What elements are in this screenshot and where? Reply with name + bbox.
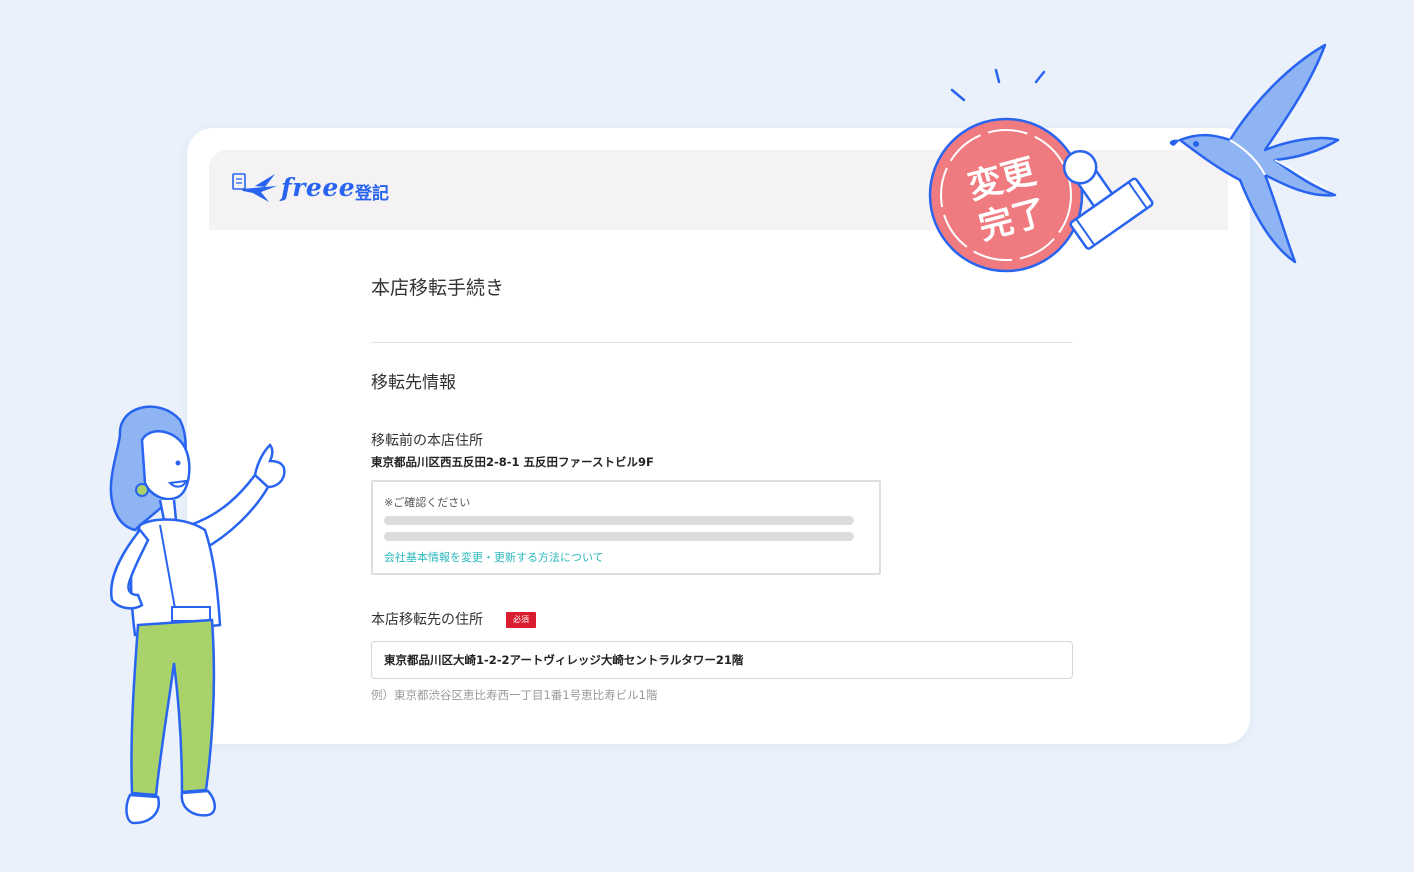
- required-badge: 必須: [506, 612, 536, 628]
- swallow-bird-icon: [1169, 43, 1340, 264]
- new-address-example: 例）東京都渋谷区恵比寿西一丁目1番1号恵比寿ビル1階: [371, 688, 658, 702]
- new-address-label: 本店移転先の住所: [371, 612, 483, 628]
- notice-help-link[interactable]: 会社基本情報を変更・更新する方法について: [384, 549, 604, 565]
- notice-box: ※ご確認ください 会社基本情報を変更・更新する方法について: [371, 480, 881, 575]
- previous-address-label: 移転前の本店住所: [371, 433, 483, 449]
- notice-label: ※ご確認ください: [384, 496, 471, 509]
- logo-subtitle: 登記: [355, 184, 389, 204]
- woman-thumbs-up-illustration: [109, 405, 286, 825]
- notice-placeholder-line: [384, 516, 854, 525]
- freee-logo[interactable]: freee 登記: [231, 168, 401, 212]
- page-title: 本店移転手続き: [371, 277, 505, 299]
- previous-address-value: 東京都品川区西五反田2-8-1 五反田ファーストビル9F: [371, 455, 654, 469]
- freee-bird-logo-icon: [232, 173, 277, 202]
- new-address-input[interactable]: [371, 641, 1073, 679]
- notice-placeholder-line: [384, 532, 854, 541]
- divider: [371, 342, 1073, 343]
- logo-text: freee: [281, 173, 356, 202]
- stamp-icon: 変更 完了: [928, 68, 1154, 273]
- section-title: 移転先情報: [371, 373, 456, 393]
